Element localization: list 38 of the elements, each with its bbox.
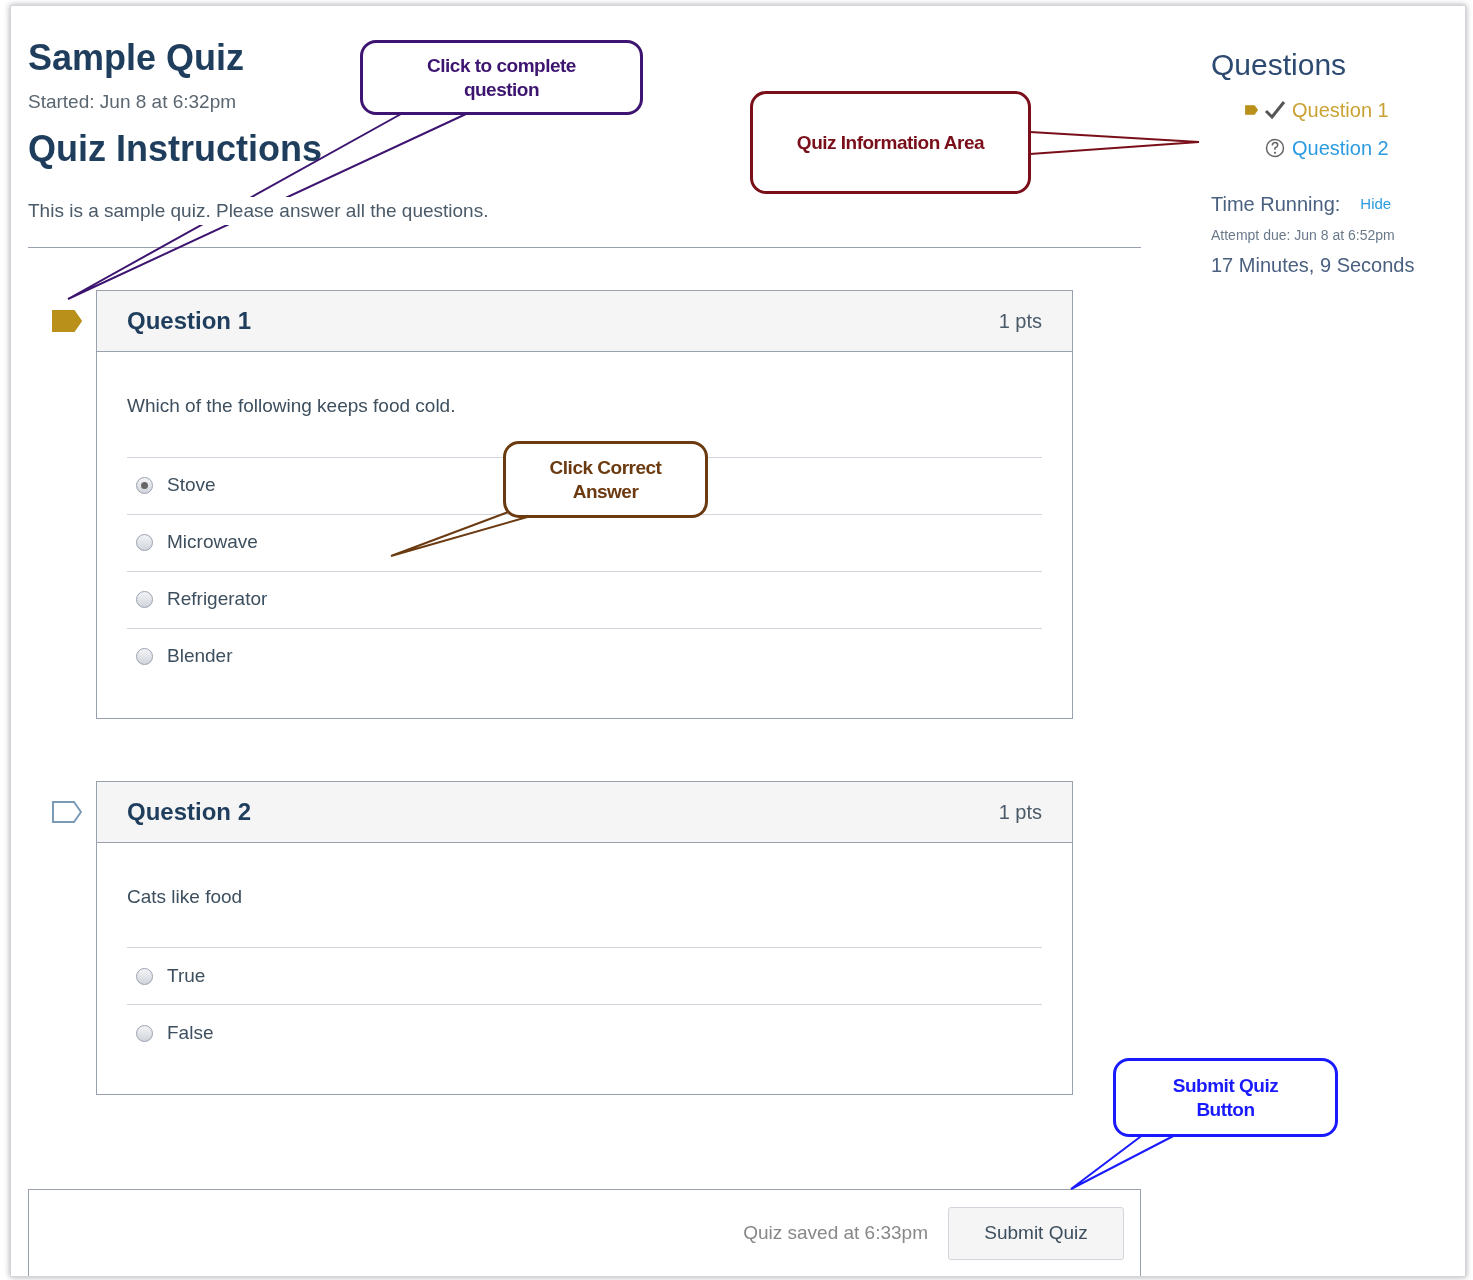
answer-label: Blender: [167, 644, 233, 669]
flag-icon[interactable]: [1244, 105, 1258, 115]
elapsed-time: 17 Minutes, 9 Seconds: [1211, 253, 1415, 278]
question-title: Question 2: [127, 796, 252, 827]
save-status: Quiz saved at 6:33pm: [743, 1220, 928, 1245]
callout-bubble: Click to complete question: [360, 40, 643, 115]
answer-label: Refrigerator: [167, 587, 268, 612]
radio-button[interactable]: [136, 477, 153, 494]
hide-link[interactable]: Hide: [1360, 192, 1392, 216]
question-text: Cats like food: [127, 884, 243, 909]
answer-label: False: [167, 1020, 214, 1045]
flag-icon[interactable]: [52, 310, 82, 332]
radio-button[interactable]: [136, 1024, 153, 1042]
section-heading: Quiz Instructions: [28, 126, 322, 171]
question-title: Question 1: [127, 306, 252, 336]
radio-button[interactable]: [136, 648, 153, 665]
answer-label: Microwave: [167, 530, 258, 555]
radio-button[interactable]: [136, 591, 153, 608]
flag-outline-icon[interactable]: [52, 800, 82, 823]
points-label: 1 pts: [998, 799, 1042, 825]
callout-bubble: Click Correct Answer: [503, 441, 708, 518]
start-time: Started: Jun 8 at 6:32pm: [28, 90, 237, 114]
sidebar-heading: Questions: [1211, 47, 1347, 83]
callout-bubble: Submit Quiz Button: [1113, 1058, 1338, 1137]
instructions-text: This is a sample quiz. Please answer all the questions.: [28, 196, 489, 225]
submit-quiz-button[interactable]: Submit Quiz: [948, 1206, 1124, 1260]
question-link[interactable]: Question 2: [1292, 133, 1389, 163]
points-label: 1 pts: [998, 309, 1042, 334]
answer-label: Stove: [167, 473, 216, 498]
radio-button[interactable]: [136, 534, 153, 551]
timer-label: Time Running:: [1211, 192, 1341, 217]
question-text: Which of the following keeps food cold.: [127, 394, 456, 418]
quiz-title: Sample Quiz: [28, 36, 245, 80]
callout-bubble: Quiz Information Area: [750, 91, 1031, 194]
question-link[interactable]: Question 1: [1292, 95, 1389, 125]
answer-label: True: [167, 963, 206, 988]
radio-button[interactable]: [136, 967, 153, 985]
due-date-text: Attempt due: Jun 8 at 6:52pm: [1211, 226, 1395, 245]
